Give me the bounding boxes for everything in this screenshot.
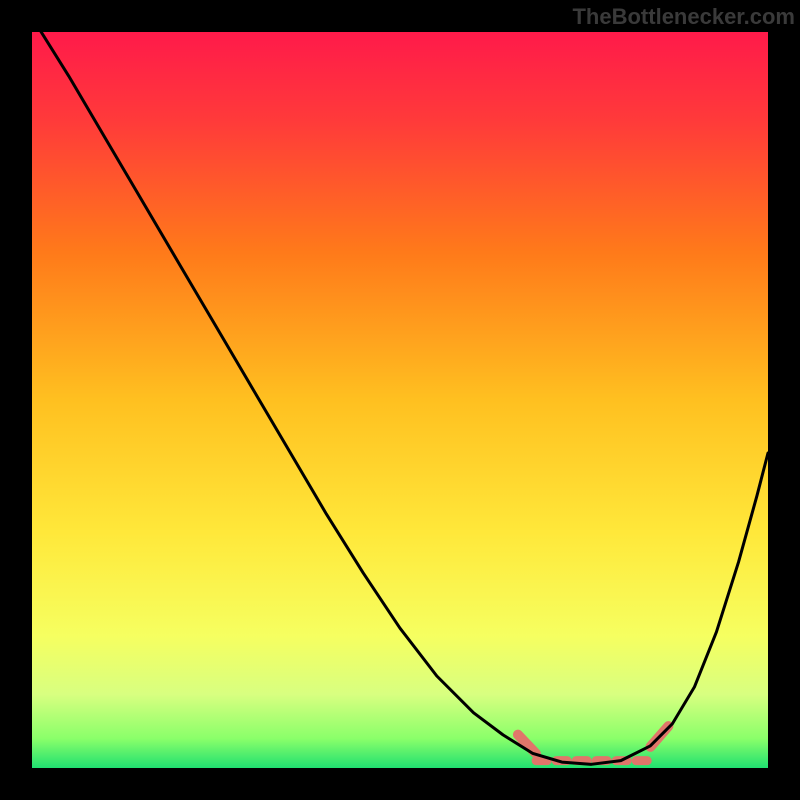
bottleneck-chart: TheBottlenecker.com bbox=[0, 0, 800, 800]
attribution-text: TheBottlenecker.com bbox=[572, 4, 795, 29]
heatmap-gradient bbox=[32, 32, 768, 768]
